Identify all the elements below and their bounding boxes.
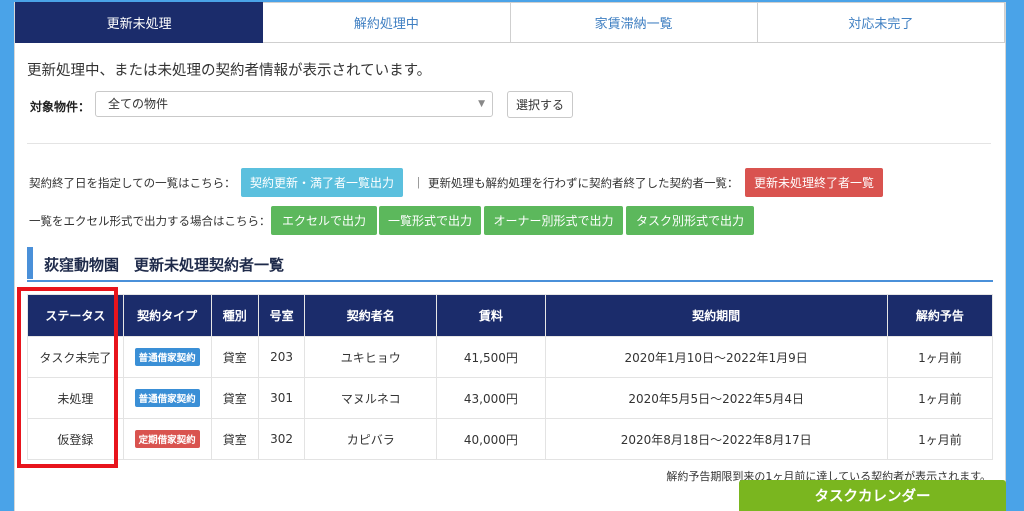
- table-row[interactable]: 未処理 普通借家契約 貸室 301 マヌルネコ 43,000円 2020年5月5…: [27, 377, 994, 419]
- tab-incomplete[interactable]: 対応未完了: [757, 2, 1005, 43]
- export-by-owner-button[interactable]: オーナー別形式で出力: [484, 206, 623, 235]
- kind-cell: 貸室: [210, 336, 259, 378]
- contract-type-cell: 普通借家契約: [122, 377, 212, 419]
- cancellation-notice-cell: 1ヶ月前: [886, 377, 994, 419]
- contract-type-badge: 定期借家契約: [134, 430, 200, 448]
- tenant-name-cell: カピバラ: [304, 418, 438, 460]
- separator: ｜: [413, 176, 425, 190]
- status-column-highlight: [17, 287, 118, 468]
- cancellation-notice-cell: 1ヶ月前: [886, 418, 994, 460]
- room-cell: 302: [257, 418, 306, 460]
- rent-cell: 40,000円: [436, 418, 546, 460]
- rent-cell: 41,500円: [436, 336, 546, 378]
- header-rent: 賃料: [436, 294, 546, 337]
- section-accent-bar: [27, 247, 33, 279]
- main-panel: 更新未処理 解約処理中 家賃滞納一覧 対応未完了 更新処理中、または未処理の契約…: [14, 2, 1006, 511]
- section-title: 荻窪動物園 更新未処理契約者一覧: [44, 256, 285, 274]
- contract-period-cell: 2020年5月5日～2022年5月4日: [544, 377, 888, 419]
- tab-bar: 更新未処理 解約処理中 家賃滞納一覧 対応未完了: [15, 2, 1005, 43]
- page-description: 更新処理中、または未処理の契約者情報が表示されています。: [27, 63, 432, 79]
- property-select-value: 全ての物件: [108, 97, 169, 111]
- kind-cell: 貸室: [210, 418, 259, 460]
- contract-period-cell: 2020年8月18日～2022年8月17日: [544, 418, 888, 460]
- header-room: 号室: [257, 294, 306, 337]
- unprocessed-ended-list-button[interactable]: 更新未処理終了者一覧: [745, 168, 883, 197]
- contract-type-badge: 普通借家契約: [134, 389, 200, 407]
- export-list-format-button[interactable]: 一覧形式で出力: [379, 206, 481, 235]
- chevron-down-icon: ▼: [478, 99, 485, 109]
- tab-rent-arrears-list[interactable]: 家賃滞納一覧: [510, 2, 758, 43]
- table-header-row: ステータス 契約タイプ 種別 号室 契約者名 賃料 契約期間 解約予告: [27, 294, 994, 337]
- export-by-task-button[interactable]: タスク別形式で出力: [626, 206, 754, 235]
- kind-cell: 貸室: [210, 377, 259, 419]
- export-by-end-date-label: 契約終了日を指定しての一覧はこちら：: [29, 176, 236, 190]
- header-contract-period: 契約期間: [544, 294, 888, 337]
- section-underline: [27, 280, 993, 282]
- header-tenant-name: 契約者名: [304, 294, 438, 337]
- task-calendar-button[interactable]: タスクカレンダー: [739, 480, 1006, 511]
- ended-contracts-label: 更新処理も解約処理を行わずに契約者終了した契約者一覧：: [428, 176, 739, 190]
- rent-cell: 43,000円: [436, 377, 546, 419]
- room-cell: 203: [257, 336, 306, 378]
- property-filter-label: 対象物件：: [30, 100, 91, 114]
- header-kind: 種別: [210, 294, 259, 337]
- contract-type-cell: 普通借家契約: [122, 336, 212, 378]
- contract-table: ステータス 契約タイプ 種別 号室 契約者名 賃料 契約期間 解約予告 タスク未…: [27, 294, 994, 460]
- export-excel-button[interactable]: エクセルで出力: [271, 206, 377, 235]
- tab-cancellation-in-progress[interactable]: 解約処理中: [263, 2, 511, 43]
- excel-export-label: 一覧をエクセル形式で出力する場合はこちら：: [29, 214, 271, 228]
- table-row[interactable]: タスク未完了 普通借家契約 貸室 203 ユキヒョウ 41,500円 2020年…: [27, 336, 994, 378]
- tab-renewal-unprocessed[interactable]: 更新未処理: [15, 2, 264, 43]
- property-select[interactable]: 全ての物件 ▼: [95, 91, 493, 117]
- room-cell: 301: [257, 377, 306, 419]
- tenant-name-cell: マヌルネコ: [304, 377, 438, 419]
- contract-type-badge: 普通借家契約: [134, 348, 200, 366]
- select-button[interactable]: 選択する: [507, 91, 573, 118]
- divider: [27, 143, 991, 144]
- contract-period-cell: 2020年1月10日～2022年1月9日: [544, 336, 888, 378]
- cancellation-notice-cell: 1ヶ月前: [886, 336, 994, 378]
- table-row[interactable]: 仮登録 定期借家契約 貸室 302 カピバラ 40,000円 2020年8月18…: [27, 418, 994, 460]
- header-cancellation-notice: 解約予告: [886, 294, 994, 337]
- tenant-name-cell: ユキヒョウ: [304, 336, 438, 378]
- contract-type-cell: 定期借家契約: [122, 418, 212, 460]
- header-contract-type: 契約タイプ: [122, 294, 212, 337]
- renewal-expiry-list-button[interactable]: 契約更新・満了者一覧出力: [241, 168, 403, 197]
